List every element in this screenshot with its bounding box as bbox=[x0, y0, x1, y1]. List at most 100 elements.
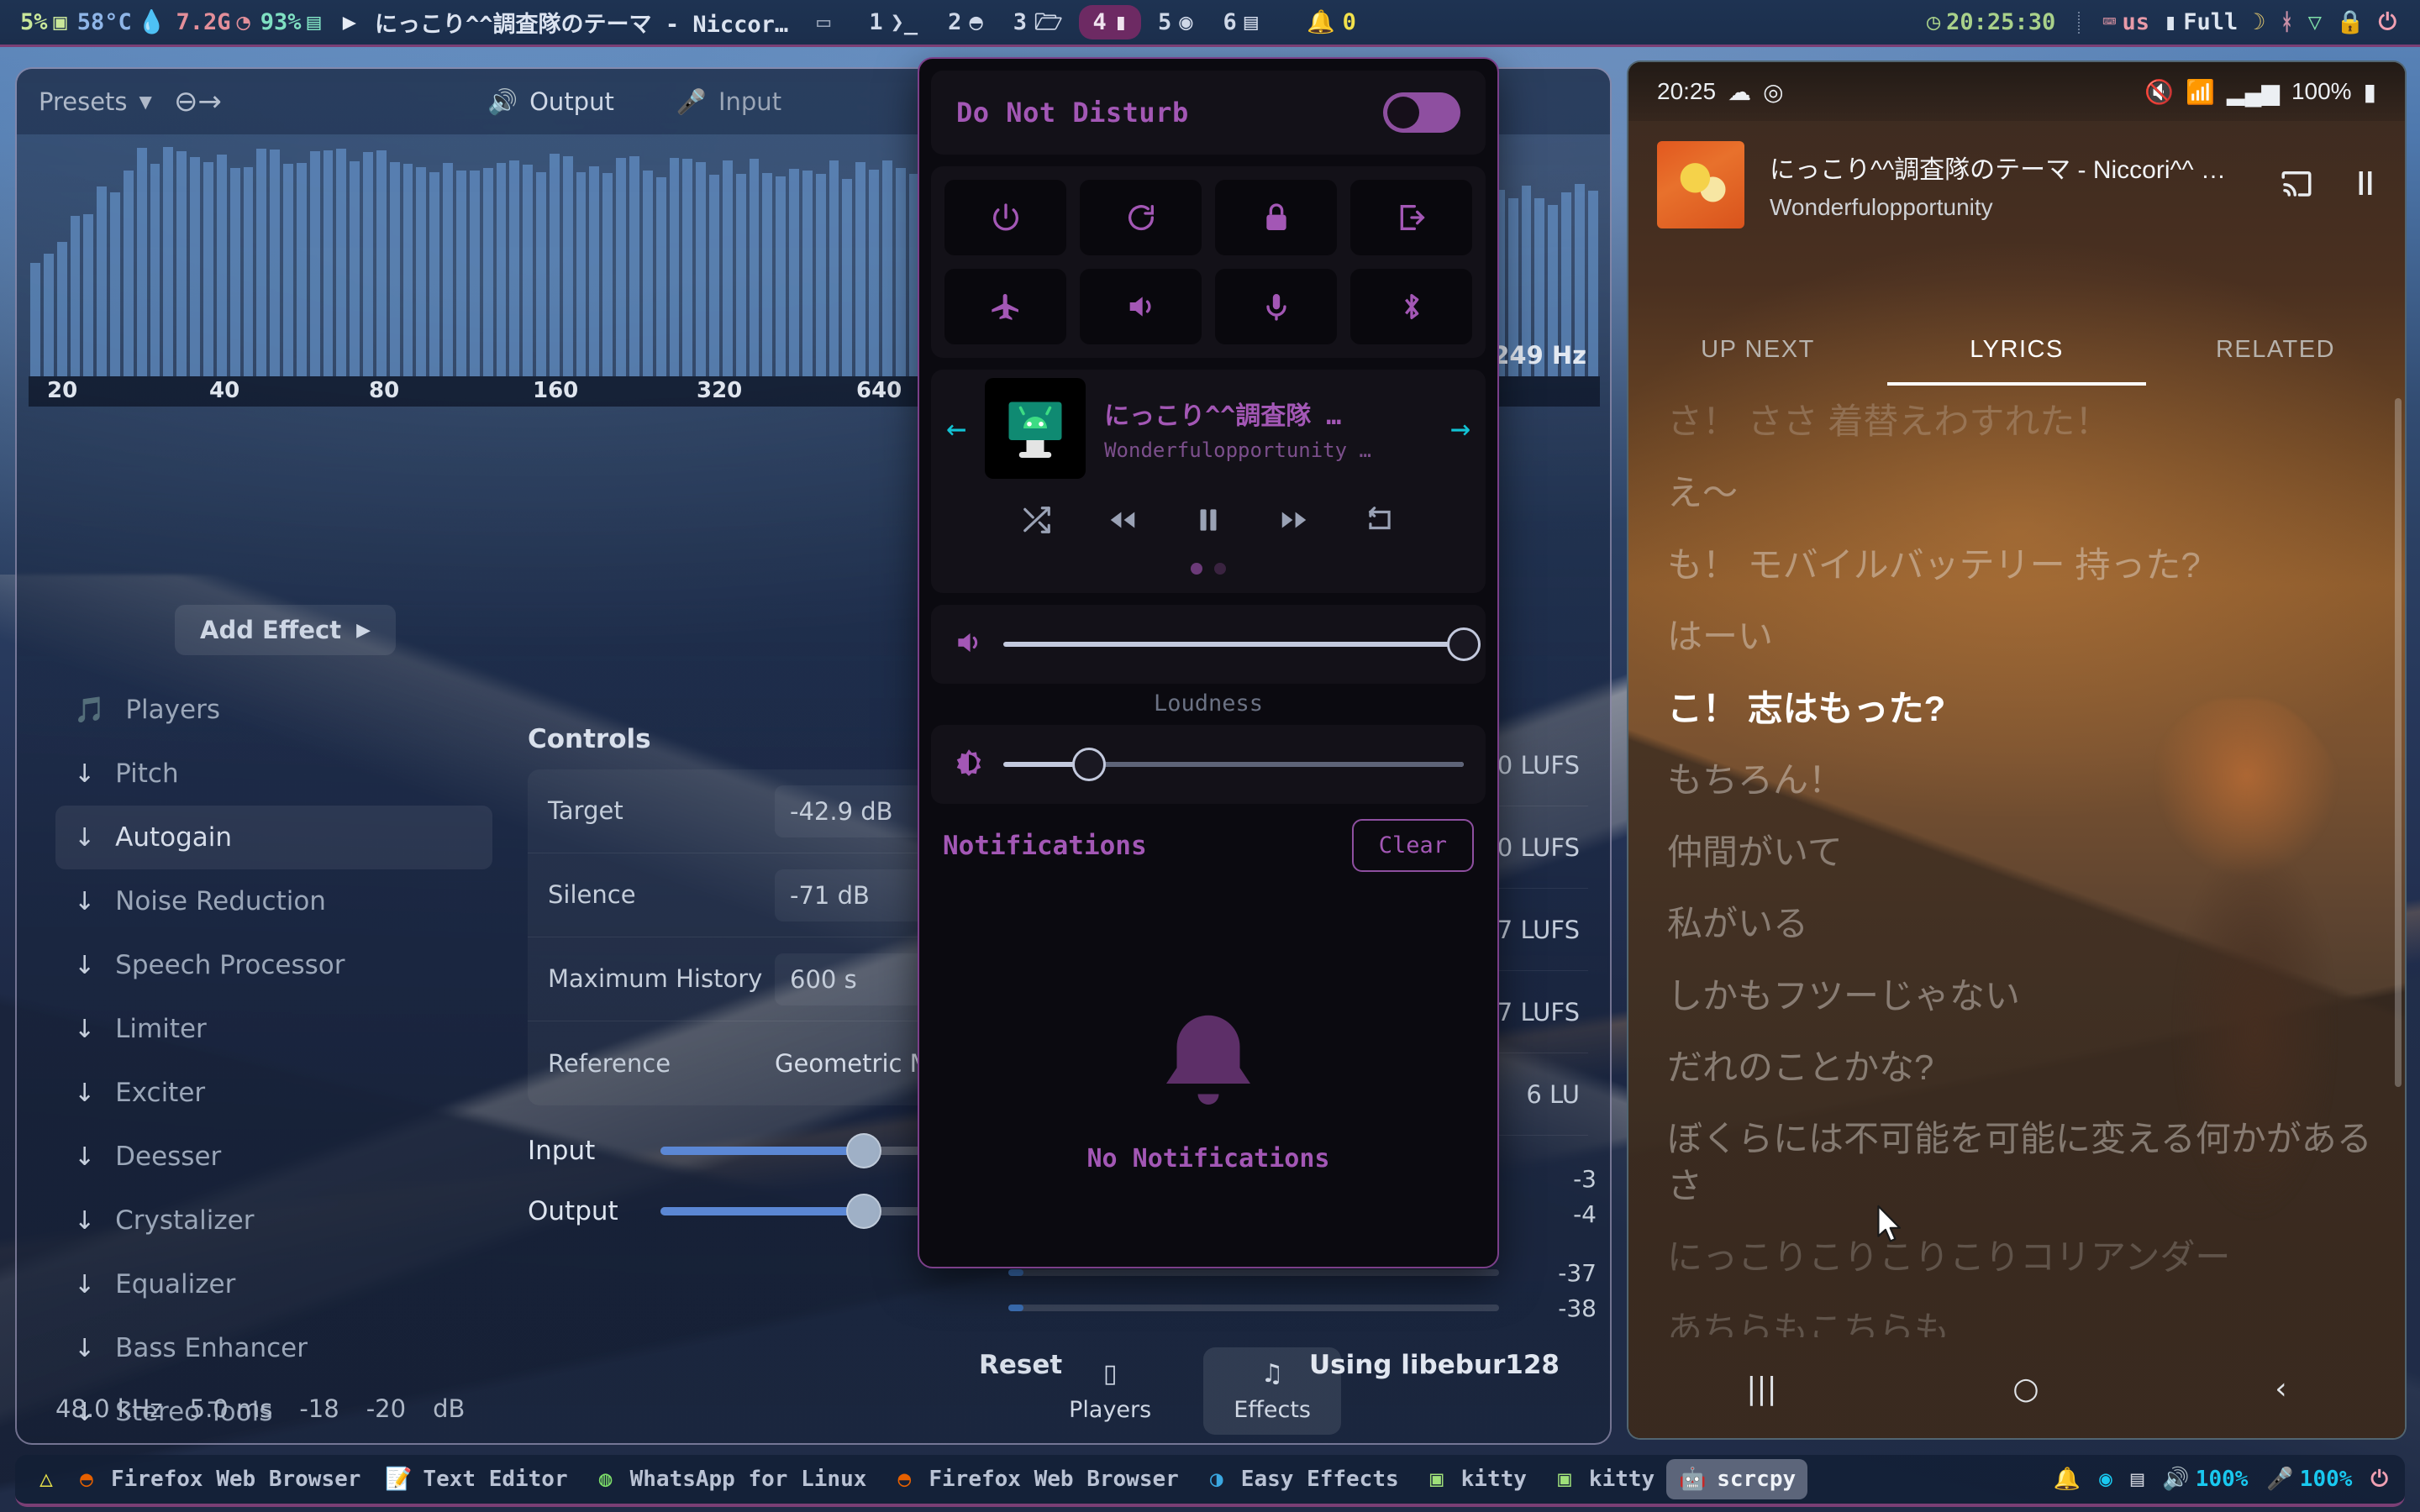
sidebar-item-noise-reduction[interactable]: ↓ Noise Reduction bbox=[55, 869, 492, 933]
pause-icon[interactable] bbox=[1192, 504, 1224, 539]
sidebar-item-pitch[interactable]: ↓ Pitch bbox=[55, 742, 492, 806]
moon-icon[interactable]: ☽ bbox=[2252, 11, 2265, 34]
shuffle-icon[interactable] bbox=[1021, 504, 1053, 539]
taskbar-item-text-editor[interactable]: 📝 Text Editor bbox=[372, 1459, 579, 1499]
bluetooth-button[interactable] bbox=[1350, 269, 1472, 344]
lyrics-scrollbar[interactable] bbox=[2395, 398, 2402, 1087]
wifi-icon[interactable]: ▽ bbox=[2308, 11, 2322, 34]
volume-slider-row[interactable] bbox=[931, 605, 1486, 684]
volume-button[interactable] bbox=[1080, 269, 1202, 344]
restart-button[interactable] bbox=[1080, 180, 1202, 255]
sidebar-item-limiter[interactable]: ↓ Limiter bbox=[55, 997, 492, 1061]
microphone-indicator[interactable]: 🎤 100% bbox=[2266, 1467, 2352, 1492]
folder-icon: 🗁 bbox=[1034, 9, 1063, 35]
notification-bell-icon[interactable]: 🔔 bbox=[2054, 1467, 2081, 1492]
sidebar-item-speech-processor[interactable]: ↓ Speech Processor bbox=[55, 933, 492, 997]
add-effect-button[interactable]: Add Effect ▶ bbox=[175, 605, 397, 655]
lock-icon[interactable]: 🔒 bbox=[2336, 11, 2365, 34]
taskbar-item-firefox-1[interactable]: ◓ Firefox Web Browser bbox=[60, 1459, 372, 1499]
brightness-slider-knob[interactable] bbox=[1072, 748, 1107, 781]
location-icon[interactable]: ◉ bbox=[2099, 1467, 2112, 1492]
keyboard-icon[interactable]: ▤ bbox=[2131, 1467, 2144, 1492]
brightness-slider-track[interactable] bbox=[1003, 748, 1464, 781]
taskbar-item-label: kitty bbox=[1588, 1467, 1655, 1492]
workspace-tag-1[interactable]: 1 ❯_ bbox=[855, 5, 931, 39]
microphone-button[interactable] bbox=[1215, 269, 1337, 344]
sidebar-item-equalizer[interactable]: ↓ Equalizer bbox=[55, 1252, 492, 1316]
taskbar-item-kitty-1[interactable]: ▣ kitty bbox=[1411, 1459, 1539, 1499]
rewind-icon[interactable] bbox=[1107, 504, 1139, 539]
tab-output-label: Output bbox=[529, 87, 614, 116]
sidebar-item-bass-enhancer[interactable]: ↓ Bass Enhancer bbox=[55, 1316, 492, 1380]
phone-media-notification[interactable]: にっこり^^調査隊のテーマ - Niccori^^ Survey Wonderf… bbox=[1657, 141, 2383, 228]
logout-button[interactable] bbox=[1350, 180, 1472, 255]
bottom-tab-effects[interactable]: ♫ Effects bbox=[1203, 1347, 1341, 1435]
workspace-tag-2[interactable]: 2 ◓ bbox=[934, 5, 997, 39]
sidebar-item-label: Equalizer bbox=[115, 1269, 236, 1299]
taskbar-item-kitty-2[interactable]: ▣ kitty bbox=[1539, 1459, 1666, 1499]
taskbar-item-scrcpy[interactable]: 🤖 scrcpy bbox=[1666, 1459, 1808, 1499]
taskbar-item-firefox-2[interactable]: ◓ Firefox Web Browser bbox=[878, 1459, 1190, 1499]
sidebar-item-autogain[interactable]: ↓ Autogain bbox=[55, 806, 492, 869]
fast-forward-icon[interactable] bbox=[1278, 504, 1310, 539]
media-page-dots[interactable] bbox=[946, 563, 1470, 575]
scrcpy-window[interactable]: 20:25 ☁ ◎ 🔇 📶 ▂▄▆ 100% ▮ にっこり^^調査隊のテーマ -… bbox=[1627, 60, 2407, 1440]
power-button[interactable] bbox=[944, 180, 1066, 255]
airplane-mode-button[interactable] bbox=[944, 269, 1066, 344]
arrow-left-icon[interactable]: ← bbox=[946, 409, 966, 448]
do-not-disturb-toggle[interactable] bbox=[1383, 92, 1460, 133]
bluetooth-icon[interactable]: ᚼ bbox=[2281, 11, 2294, 34]
logout-icon[interactable]: ⊖→ bbox=[174, 85, 222, 118]
notification-indicator[interactable]: 🔔 0 bbox=[1293, 5, 1370, 39]
spectrum-bar bbox=[190, 157, 200, 376]
keyboard-layout[interactable]: ⌨ us bbox=[2102, 9, 2149, 35]
lyrics-list[interactable]: さ！ ささ 着替えわすれた！ え〜 も！ モバイルバッテリー 持った? はーい … bbox=[1667, 398, 2375, 1337]
sidebar-item-deesser[interactable]: ↓ Deesser bbox=[55, 1125, 492, 1189]
taskbar-item-easy-effects[interactable]: ◑ Easy Effects bbox=[1191, 1459, 1411, 1499]
sidebar-item-exciter[interactable]: ↓ Exciter bbox=[55, 1061, 492, 1125]
android-icon: 🤖 bbox=[1679, 1467, 1707, 1492]
workspace-tag-6[interactable]: 6 ▤ bbox=[1210, 5, 1272, 39]
clear-notifications-button[interactable]: Clear bbox=[1351, 819, 1474, 872]
workspace-tag-3[interactable]: 3 🗁 bbox=[1000, 5, 1076, 39]
recents-icon[interactable]: ||| bbox=[1746, 1372, 1776, 1406]
workspace-tag-4[interactable]: 4 ▮ bbox=[1079, 5, 1141, 39]
taskbar-item-label: WhatsApp for Linux bbox=[629, 1467, 867, 1492]
do-not-disturb-row[interactable]: Do Not Disturb bbox=[931, 71, 1486, 155]
power-icon[interactable]: ⏻ bbox=[2379, 11, 2396, 34]
arch-logo-icon[interactable]: △ bbox=[32, 1465, 60, 1494]
presets-button[interactable]: Presets ▼ bbox=[39, 87, 152, 116]
control-center-popup[interactable]: Do Not Disturb ← にっこり^^調査隊 … Wonderfulop… bbox=[918, 57, 1499, 1268]
pause-icon[interactable] bbox=[2348, 165, 2383, 204]
volume-indicator[interactable]: 🔊 100% bbox=[2162, 1467, 2248, 1492]
sidebar-item-players[interactable]: 🎵 Players bbox=[55, 678, 492, 742]
tab-input[interactable]: 🎤 Input bbox=[676, 87, 781, 117]
media-toggle-icon[interactable]: ▭ bbox=[817, 11, 830, 34]
now-playing-title[interactable]: にっこり^^調査隊のテーマ - Niccor… bbox=[375, 6, 788, 39]
taskbar-item-whatsapp[interactable]: ◍ WhatsApp for Linux bbox=[580, 1459, 879, 1499]
lock-button[interactable] bbox=[1215, 180, 1337, 255]
power-icon[interactable]: ⏻ bbox=[2370, 1467, 2388, 1493]
back-icon[interactable]: ‹ bbox=[2275, 1372, 2286, 1406]
tab-up-next[interactable]: UP NEXT bbox=[1628, 336, 1887, 386]
repeat-icon[interactable] bbox=[1364, 504, 1396, 539]
arrow-right-icon[interactable]: → bbox=[1450, 409, 1470, 448]
sidebar-item-crystalizer[interactable]: ↓ Crystalizer bbox=[55, 1189, 492, 1252]
brightness-slider-row[interactable] bbox=[931, 725, 1486, 804]
effects-list[interactable]: 🎵 Players ↓ Pitch ↓ Autogain ↓ Noise Red… bbox=[55, 678, 492, 1443]
tab-output[interactable]: 🔊 Output bbox=[487, 87, 614, 117]
volume-slider-track[interactable] bbox=[1003, 627, 1481, 661]
home-icon[interactable]: ○ bbox=[2012, 1372, 2039, 1406]
play-icon[interactable]: ▶ bbox=[343, 11, 356, 34]
microphone-value: 100% bbox=[2299, 1467, 2353, 1492]
bottom-tab-players[interactable]: ▯ Players bbox=[1039, 1347, 1181, 1435]
bell-icon bbox=[1145, 1000, 1271, 1129]
clock[interactable]: ◷ 20:25:30 bbox=[1927, 9, 2055, 35]
tab-lyrics[interactable]: LYRICS bbox=[1887, 336, 2146, 386]
media-player-widget[interactable]: ← にっこり^^調査隊 … Wonderfulopportunity … → bbox=[931, 370, 1486, 593]
tab-related[interactable]: RELATED bbox=[2146, 336, 2405, 386]
cast-icon[interactable] bbox=[2279, 165, 2314, 204]
volume-slider-knob[interactable] bbox=[1447, 627, 1481, 661]
lyric-line: さ！ ささ 着替えわすれた！ bbox=[1667, 402, 2111, 441]
workspace-tag-5[interactable]: 5 ◉ bbox=[1144, 5, 1207, 39]
